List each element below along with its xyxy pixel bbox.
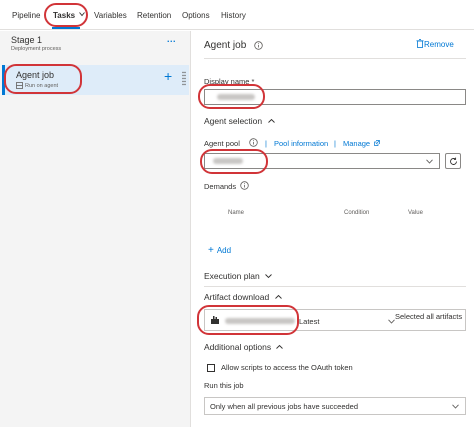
top-navigation: Pipeline Tasks Variables Retention Optio… bbox=[0, 0, 474, 30]
execution-plan-label: Execution plan bbox=[204, 271, 260, 281]
demands-column-condition: Condition bbox=[344, 210, 370, 216]
tab-pipeline[interactable]: Pipeline bbox=[12, 11, 40, 20]
refresh-button[interactable] bbox=[445, 153, 461, 169]
tab-variables[interactable]: Variables bbox=[94, 11, 127, 20]
manage-label: Manage bbox=[343, 139, 371, 148]
chevron-down-icon bbox=[426, 159, 433, 164]
chevron-down-icon bbox=[265, 274, 272, 279]
external-link-icon bbox=[374, 140, 381, 146]
execution-plan-header[interactable]: Execution plan bbox=[204, 271, 272, 281]
additional-options-header[interactable]: Additional options bbox=[204, 342, 284, 352]
chevron-up-icon bbox=[276, 344, 284, 349]
remove-label: Remove bbox=[424, 40, 454, 49]
agent-selection-header[interactable]: Agent selection bbox=[204, 116, 275, 126]
add-demand-button[interactable]: + Add bbox=[208, 245, 231, 256]
info-icon[interactable] bbox=[240, 181, 249, 190]
tab-history[interactable]: History bbox=[221, 11, 246, 20]
drag-handle-icon[interactable] bbox=[182, 71, 186, 88]
artifact-download-label: Artifact download bbox=[204, 292, 270, 302]
demands-column-value: Value bbox=[408, 210, 423, 216]
additional-options-label: Additional options bbox=[204, 342, 272, 352]
stage-panel: Stage 1 Deployment process ... Agent job… bbox=[0, 31, 191, 427]
chevron-up-icon bbox=[267, 118, 275, 123]
artifact-download-header[interactable]: Artifact download bbox=[204, 292, 282, 302]
chevron-down-icon[interactable] bbox=[388, 319, 395, 324]
stage-more-button[interactable]: ... bbox=[167, 34, 176, 44]
annotation-highlight-agent-job bbox=[4, 64, 82, 94]
run-this-job-label: Run this job bbox=[204, 381, 244, 390]
tab-retention[interactable]: Retention bbox=[137, 11, 171, 20]
chevron-down-icon bbox=[452, 404, 459, 409]
demands-label: Demands bbox=[204, 182, 237, 191]
trash-icon bbox=[416, 39, 424, 48]
allow-scripts-checkbox[interactable] bbox=[207, 364, 215, 372]
panel-title: Agent job bbox=[204, 40, 247, 51]
agent-pool-label: Agent pool bbox=[204, 139, 240, 148]
separator: | bbox=[334, 139, 336, 148]
separator: | bbox=[265, 139, 267, 148]
artifact-selection: Selected all artifacts bbox=[395, 312, 463, 321]
stage-title[interactable]: Stage 1 bbox=[11, 35, 42, 45]
allow-scripts-label: Allow scripts to access the OAuth token bbox=[221, 363, 353, 372]
run-this-job-select[interactable]: Only when all previous jobs have succeed… bbox=[204, 397, 466, 415]
demands-column-name: Name bbox=[228, 210, 245, 216]
divider bbox=[204, 58, 466, 59]
annotation-highlight-tasks bbox=[44, 3, 88, 27]
add-label: Add bbox=[216, 246, 232, 255]
agent-selection-label: Agent selection bbox=[204, 116, 263, 126]
annotation-highlight-artifact bbox=[197, 305, 299, 335]
pool-information-link[interactable]: Pool information bbox=[274, 139, 328, 148]
chevron-up-icon bbox=[274, 294, 282, 299]
add-task-icon[interactable]: + bbox=[164, 69, 172, 83]
annotation-highlight-display-name bbox=[198, 84, 265, 109]
annotation-highlight-agent-pool bbox=[200, 149, 268, 174]
info-icon[interactable] bbox=[254, 41, 263, 50]
tab-options[interactable]: Options bbox=[182, 11, 210, 20]
active-tab-indicator bbox=[52, 27, 80, 29]
info-icon[interactable] bbox=[249, 138, 258, 147]
run-this-job-value: Only when all previous jobs have succeed… bbox=[210, 402, 359, 411]
divider bbox=[204, 286, 466, 287]
stage-subtitle: Deployment process bbox=[11, 46, 62, 52]
job-properties-panel: Agent job Remove Display name * Agent se… bbox=[192, 31, 474, 427]
refresh-icon bbox=[450, 157, 457, 165]
plus-icon: + bbox=[208, 245, 214, 256]
manage-link[interactable]: Manage bbox=[343, 139, 381, 148]
artifact-version: Latest bbox=[299, 317, 320, 326]
